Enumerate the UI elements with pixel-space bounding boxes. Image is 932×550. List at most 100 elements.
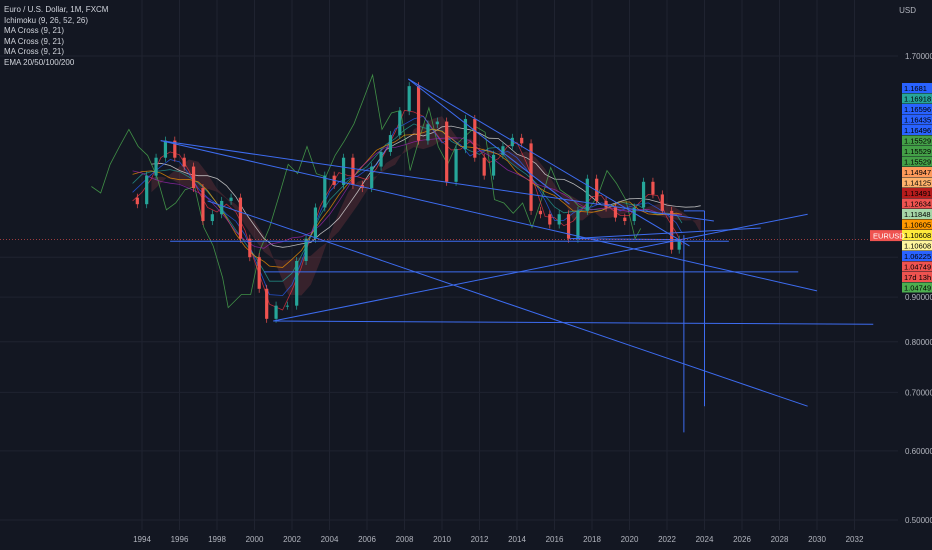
candle-body: [510, 137, 514, 147]
candle-body: [313, 207, 318, 239]
legend-indicator-ema[interactable]: EMA 20/50/100/200: [4, 58, 108, 69]
candle-body: [351, 157, 355, 185]
time-tick-label: 2022: [658, 535, 676, 544]
candle-body: [398, 111, 402, 136]
price-tag-label: 1.10608: [904, 241, 931, 250]
price-tag-label: 1.04749: [904, 262, 931, 271]
time-tick-label: 1994: [133, 535, 151, 544]
price-tag-label: 1.16496: [904, 126, 931, 135]
chart-grid: [0, 0, 898, 530]
legend-indicator-ichimoku[interactable]: Ichimoku (9, 26, 52, 26): [4, 16, 108, 27]
candle-body: [274, 305, 278, 319]
candle-body: [473, 118, 477, 158]
candle-body: [416, 86, 421, 141]
candle-body: [238, 197, 243, 239]
symbol-tag-label: EURUSD: [873, 232, 905, 241]
candle-body: [641, 181, 646, 208]
trendline-5: [569, 227, 761, 240]
legend-indicator-ma-cross-1[interactable]: MA Cross (9, 21): [4, 26, 108, 37]
price-tag-label: 1.16596: [904, 105, 931, 114]
moving-averages: [132, 109, 683, 311]
time-tick-label: 2010: [433, 535, 451, 544]
time-tick-label: 2008: [396, 535, 414, 544]
candle-body: [670, 210, 674, 250]
time-tick-label: 2024: [696, 535, 714, 544]
candle-body: [370, 166, 374, 189]
candle-body: [210, 214, 214, 222]
price-tag-label: 1.14947: [904, 168, 931, 177]
price-tag-label: 1.12634: [904, 199, 931, 208]
candle-body: [651, 181, 655, 195]
candle-body: [613, 207, 618, 218]
price-axis-currency: USD: [899, 6, 916, 15]
candle-body: [341, 157, 346, 185]
candle-body: [585, 178, 589, 211]
time-tick-label: 2018: [583, 535, 601, 544]
chart-legend: Euro / U.S. Dollar, 1M, FXCM Ichimoku (9…: [4, 5, 108, 69]
candle-body: [295, 261, 299, 306]
time-tick-label: 2004: [321, 535, 339, 544]
candle-body: [604, 200, 608, 208]
candle-body: [304, 238, 308, 262]
price-tick-label: 0.80000: [905, 338, 932, 347]
cloud-area: [151, 116, 701, 296]
price-tag-label: 1.11848: [904, 210, 931, 219]
time-tick-label: 2002: [283, 535, 301, 544]
trendline-10: [273, 320, 874, 325]
candle-body: [445, 121, 449, 182]
candle-body: [520, 137, 524, 144]
candle-body: [257, 257, 261, 289]
candle-body: [623, 217, 627, 222]
legend-title[interactable]: Euro / U.S. Dollar, 1M, FXCM: [4, 5, 108, 16]
candle-body: [191, 166, 196, 189]
time-tick-label: 2032: [846, 535, 864, 544]
price-tag-label: 1.04749: [904, 283, 931, 292]
time-tick-label: 2026: [733, 535, 751, 544]
candle-body: [491, 154, 496, 176]
time-tick-label: 2016: [546, 535, 564, 544]
price-tag-label: 1.10608: [904, 231, 931, 240]
legend-indicator-ma-cross-2[interactable]: MA Cross (9, 21): [4, 37, 108, 48]
price-tag-label: 1.16435: [904, 115, 931, 124]
candle-body: [201, 188, 205, 222]
candle-body: [407, 86, 411, 112]
time-tick-label: 2028: [771, 535, 789, 544]
candle-body: [220, 200, 224, 215]
price-tag-label: 1.15529: [904, 147, 931, 156]
legend-indicator-ma-cross-3[interactable]: MA Cross (9, 21): [4, 47, 108, 58]
price-tick-label: 1.70000: [905, 52, 932, 61]
time-tick-label: 2000: [246, 535, 264, 544]
trendline-0: [160, 140, 714, 222]
candle-body: [229, 197, 233, 201]
candle-body: [163, 140, 168, 158]
price-tick-label: 0.50000: [905, 516, 932, 525]
time-tick-label: 2012: [471, 535, 489, 544]
time-tick-label: 2006: [358, 535, 376, 544]
candle-body: [265, 288, 269, 319]
price-tag-label: 1.16918: [904, 94, 931, 103]
candle-body: [135, 197, 139, 205]
price-tag-label: 1.10605: [904, 220, 931, 229]
candle-body: [566, 214, 571, 239]
candle-body: [426, 124, 430, 141]
candle-body: [538, 210, 543, 215]
price-tick-label: 0.90000: [905, 293, 932, 302]
candle-body: [379, 151, 383, 167]
price-tag-label: 1.06225: [904, 252, 931, 261]
candle-body: [145, 175, 149, 205]
candle-body: [182, 157, 186, 167]
time-tick-label: 1998: [208, 535, 226, 544]
price-tag-label: 1.15529: [904, 136, 931, 145]
candle-body: [529, 143, 533, 211]
price-tag-label: 1.13491: [904, 189, 931, 198]
price-tag-label: 17d 13h: [904, 273, 931, 282]
candle-body: [388, 135, 393, 152]
time-tick-label: 2020: [621, 535, 639, 544]
candle-body: [285, 305, 289, 307]
candle-body: [454, 149, 458, 182]
candle-body: [557, 214, 561, 225]
candle-body: [548, 214, 552, 225]
price-chart[interactable]: 1.700001.000000.900000.800000.700000.600…: [0, 0, 932, 550]
candle-body: [323, 175, 327, 208]
time-axis[interactable]: 1994 1996 1998 2000 2002 2004 2006 2008 2010 2012…: [133, 535, 864, 544]
